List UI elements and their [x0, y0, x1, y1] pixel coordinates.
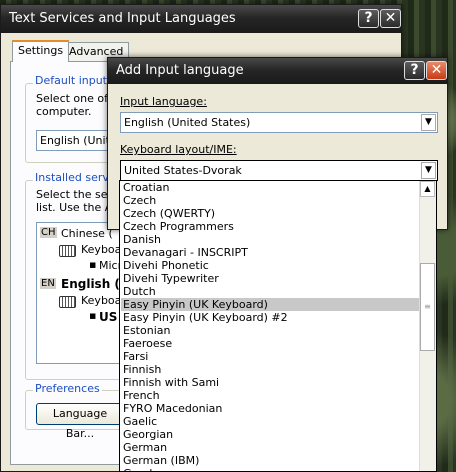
close-icon[interactable]: ✕	[380, 9, 401, 28]
dropdown-option[interactable]: Farsi	[121, 350, 419, 363]
input-language-label: Input language:	[120, 95, 207, 108]
dropdown-option[interactable]: German (IBM)	[121, 454, 419, 467]
en-bullet-icon: ▪	[89, 309, 97, 322]
en-language-code: EN	[40, 278, 56, 289]
keyboard-icon	[59, 296, 76, 308]
dropdown-option[interactable]: Czech (QWERTY)	[121, 207, 419, 220]
input-language-value: English (United States)	[124, 116, 251, 129]
keyboard-layout-label: Keyboard layout/IME:	[120, 143, 237, 156]
help-icon[interactable]: ?	[404, 61, 425, 80]
dropdown-option[interactable]: Estonian	[121, 324, 419, 337]
dropdown-option[interactable]: Gaelic	[121, 415, 419, 428]
language-bar-button-label: Language Bar...	[52, 407, 108, 440]
tab-settings[interactable]: Settings	[12, 40, 70, 62]
dialog-titlebar: Add Input language ? ✕	[108, 58, 447, 84]
ch-bullet-icon: ▪	[89, 258, 97, 271]
dropdown-option[interactable]: Czech Programmers	[121, 220, 419, 233]
en-language-label[interactable]: English (U	[61, 277, 125, 291]
close-icon[interactable]: ✕	[426, 61, 447, 80]
ch-language-label[interactable]: Chinese (	[61, 227, 113, 240]
dropdown-option[interactable]: Finnish with Sami	[121, 376, 419, 389]
keyboard-layout-options: Croatian Czech Czech (QWERTY) Czech Program…	[121, 181, 419, 471]
dropdown-option[interactable]: French	[121, 389, 419, 402]
language-bar-button[interactable]: Language Bar...	[36, 403, 124, 440]
keyboard-layout-combo[interactable]: United States-Dvorak ▼	[120, 160, 438, 181]
help-icon[interactable]: ?	[358, 9, 379, 28]
dropdown-option[interactable]: Finnish	[121, 363, 419, 376]
chevron-down-icon[interactable]: ▼	[421, 114, 436, 131]
scroll-thumb[interactable]: ≡	[420, 263, 435, 351]
keyboard-icon	[59, 245, 76, 257]
keyboard-layout-value: United States-Dvorak	[124, 164, 242, 177]
dropdown-option[interactable]: Dutch	[121, 285, 419, 298]
dropdown-option[interactable]: German	[121, 441, 419, 454]
dropdown-option[interactable]: Czech	[121, 194, 419, 207]
dropdown-option[interactable]: Faeroese	[121, 337, 419, 350]
default-language-value: English (United	[40, 134, 116, 147]
dropdown-option[interactable]: Danish	[121, 233, 419, 246]
dropdown-option[interactable]: Devanagari - INSCRIPT	[121, 246, 419, 259]
dropdown-option[interactable]: FYRO Macedonian	[121, 402, 419, 415]
dropdown-option[interactable]: Croatian	[121, 181, 419, 194]
dialog-title: Add Input language	[116, 63, 244, 78]
default-desc-line2: computer.	[36, 105, 92, 118]
preferences-label: Preferences	[33, 382, 102, 395]
chevron-down-icon[interactable]: ▼	[421, 162, 436, 179]
main-titlebar: Text Services and Input Languages ? ✕	[1, 5, 401, 33]
dropdown-option[interactable]: Divehi Phonetic	[121, 259, 419, 272]
dropdown-option[interactable]: Georgian	[121, 428, 419, 441]
ch-language-code: CH	[40, 227, 57, 238]
input-language-combo[interactable]: English (United States) ▼	[120, 112, 438, 133]
dropdown-option[interactable]: Greek	[121, 467, 419, 471]
en-us-label[interactable]: US	[99, 310, 117, 324]
scroll-up-icon[interactable]: ▲	[420, 181, 435, 197]
tab-settings-label: Settings	[18, 44, 64, 57]
dropdown-option[interactable]: Divehi Typewriter	[121, 272, 419, 285]
dropdown-scrollbar[interactable]: ▲ ≡	[419, 181, 436, 471]
installed-services-tree[interactable]: CH Chinese ( Keyboar ▪ Micr EN English (…	[36, 222, 126, 364]
default-language-combo[interactable]: English (United	[36, 130, 116, 151]
keyboard-layout-dropdown[interactable]: Croatian Czech Czech (QWERTY) Czech Program…	[119, 180, 437, 472]
main-window-title: Text Services and Input Languages	[9, 11, 236, 26]
dropdown-option[interactable]: Easy Pinyin (UK Keyboard)	[121, 298, 419, 311]
dropdown-option[interactable]: Easy Pinyin (UK Keyboard) #2	[121, 311, 419, 324]
